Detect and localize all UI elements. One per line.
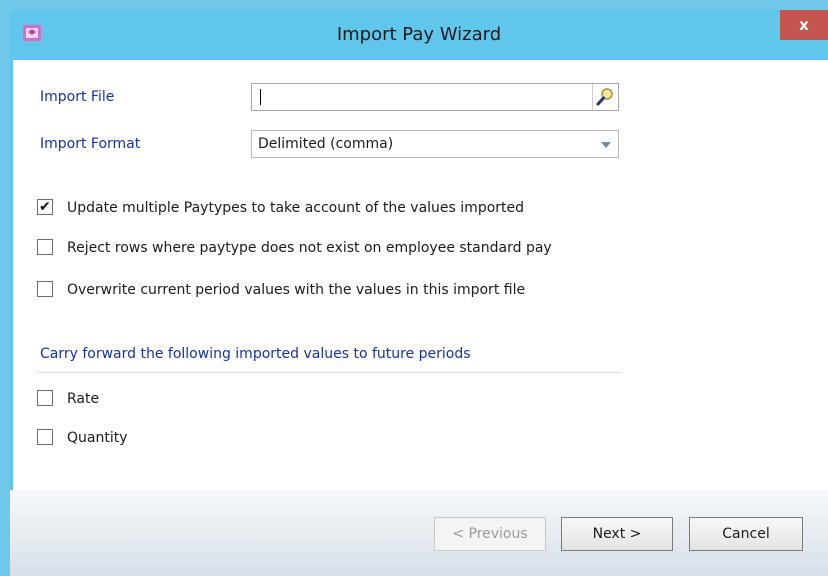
checkbox[interactable] [37, 281, 53, 297]
window-title: Import Pay Wizard [336, 24, 502, 45]
text-caret [260, 89, 261, 105]
cancel-button[interactable]: Cancel [689, 517, 803, 551]
magnifier-icon [596, 88, 613, 106]
checkbox[interactable] [37, 239, 53, 255]
next-button[interactable]: Next > [561, 517, 673, 551]
chevron-down-icon[interactable] [592, 131, 618, 157]
import-pay-wizard-window: Import Pay Wizard x Import File Import F… [10, 10, 828, 576]
checkbox[interactable] [37, 429, 53, 445]
title-bar: Import Pay Wizard x [10, 10, 828, 60]
browse-file-button[interactable] [592, 84, 618, 110]
checkmark-icon: ✔ [39, 199, 51, 215]
option-label: Rate [67, 391, 100, 407]
checkbox[interactable]: ✔ [37, 199, 53, 215]
import-file-input[interactable] [251, 83, 619, 111]
option-label: Overwrite current period values with the… [67, 282, 526, 298]
close-button[interactable]: x [780, 10, 828, 40]
previous-button[interactable]: < Previous [434, 517, 546, 551]
option-label: Reject rows where paytype does not exist… [67, 240, 552, 256]
checkbox[interactable] [37, 390, 53, 406]
import-file-label: Import File [40, 89, 115, 105]
option-label: Update multiple Paytypes to take account… [67, 200, 525, 216]
import-format-select[interactable]: Delimited (comma) [251, 130, 619, 158]
carry-forward-heading: Carry forward the following imported val… [40, 346, 471, 362]
import-format-value: Delimited (comma) [258, 136, 394, 152]
section-divider [37, 372, 620, 373]
option-label: Quantity [67, 430, 128, 446]
import-format-label: Import Format [40, 136, 141, 152]
